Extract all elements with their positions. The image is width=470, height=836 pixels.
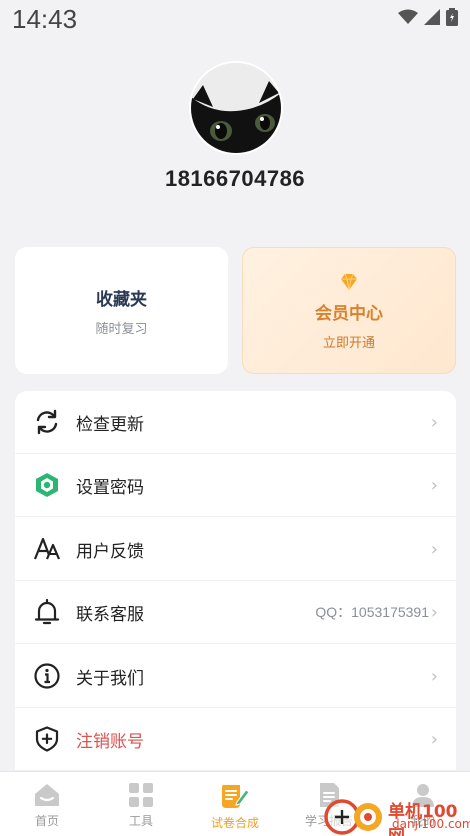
avatar[interactable]: [191, 63, 281, 153]
font-a-icon: [33, 537, 61, 560]
bell-icon: [34, 598, 60, 625]
chevron-right-icon: ›: [430, 665, 438, 687]
status-icons: [398, 8, 458, 26]
tab-mine[interactable]: 我的: [376, 772, 470, 836]
favorites-card[interactable]: 收藏夹 随时复习: [15, 247, 228, 374]
home-icon: [35, 784, 59, 806]
grid-icon: [129, 783, 153, 807]
tab-label: 工具: [128, 814, 153, 828]
vip-title: 会员中心: [315, 303, 383, 324]
signal-icon: [424, 9, 440, 25]
cat-avatar-image: [191, 63, 281, 153]
bottom-tab-bar: 首页 工具 试卷合成 学习报告 我的: [0, 771, 470, 836]
vip-center-card[interactable]: 会员中心 立即开通: [242, 247, 456, 374]
wifi-icon: [398, 9, 418, 24]
favorites-subtitle: 随时复习: [95, 321, 148, 337]
chevron-right-icon: ›: [430, 728, 438, 750]
menu-item-contact-service[interactable]: 联系客服 QQ：1053175391 ›: [15, 581, 456, 644]
tab-study-report[interactable]: 学习报告: [282, 772, 376, 836]
tab-label: 学习报告: [304, 814, 353, 828]
tab-tools[interactable]: 工具: [94, 772, 188, 836]
refresh-icon: [36, 409, 58, 435]
menu-item-label: 联系客服: [76, 604, 144, 625]
info-icon: [34, 663, 60, 689]
menu-item-set-password[interactable]: 设置密码 ›: [15, 454, 456, 517]
user-icon: [412, 784, 434, 807]
chevron-right-icon: ›: [430, 538, 438, 560]
settings-menu: 检查更新 › 设置密码 › 用户反馈 › 联系客服 QQ：1053175391 …: [15, 391, 456, 771]
menu-item-check-update[interactable]: 检查更新 ›: [15, 391, 456, 454]
menu-item-feedback[interactable]: 用户反馈 ›: [15, 518, 456, 581]
menu-item-label: 设置密码: [76, 477, 144, 498]
scroll-pen-icon: [222, 785, 250, 808]
menu-item-label: 注销账号: [76, 731, 144, 752]
tab-label: 首页: [34, 814, 59, 828]
menu-item-label: 检查更新: [76, 414, 144, 435]
tab-home[interactable]: 首页: [0, 772, 94, 836]
shield-plus-icon: [35, 726, 59, 752]
status-time: 14:43: [12, 4, 78, 34]
favorites-title: 收藏夹: [96, 289, 147, 310]
menu-item-delete-account[interactable]: 注销账号 ›: [15, 708, 456, 771]
battery-icon: [446, 8, 458, 26]
qq-number: QQ：1053175391: [315, 604, 429, 620]
tab-label: 试卷合成: [210, 816, 259, 830]
chevron-right-icon: ›: [430, 601, 438, 623]
chevron-right-icon: ›: [430, 411, 438, 433]
tab-paper-compose[interactable]: 试卷合成: [188, 772, 282, 836]
hexagon-icon: [36, 473, 58, 497]
chevron-right-icon: ›: [430, 474, 438, 496]
status-bar: 14:43: [0, 0, 470, 44]
user-phone: 18166704786: [164, 166, 306, 191]
menu-item-about-us[interactable]: 关于我们 ›: [15, 645, 456, 708]
tab-label: 我的: [410, 814, 435, 828]
diamond-icon: [341, 273, 357, 290]
report-icon: [320, 783, 339, 807]
menu-item-label: 关于我们: [76, 668, 144, 689]
vip-subtitle: 立即开通: [322, 335, 375, 351]
menu-item-label: 用户反馈: [76, 541, 144, 562]
